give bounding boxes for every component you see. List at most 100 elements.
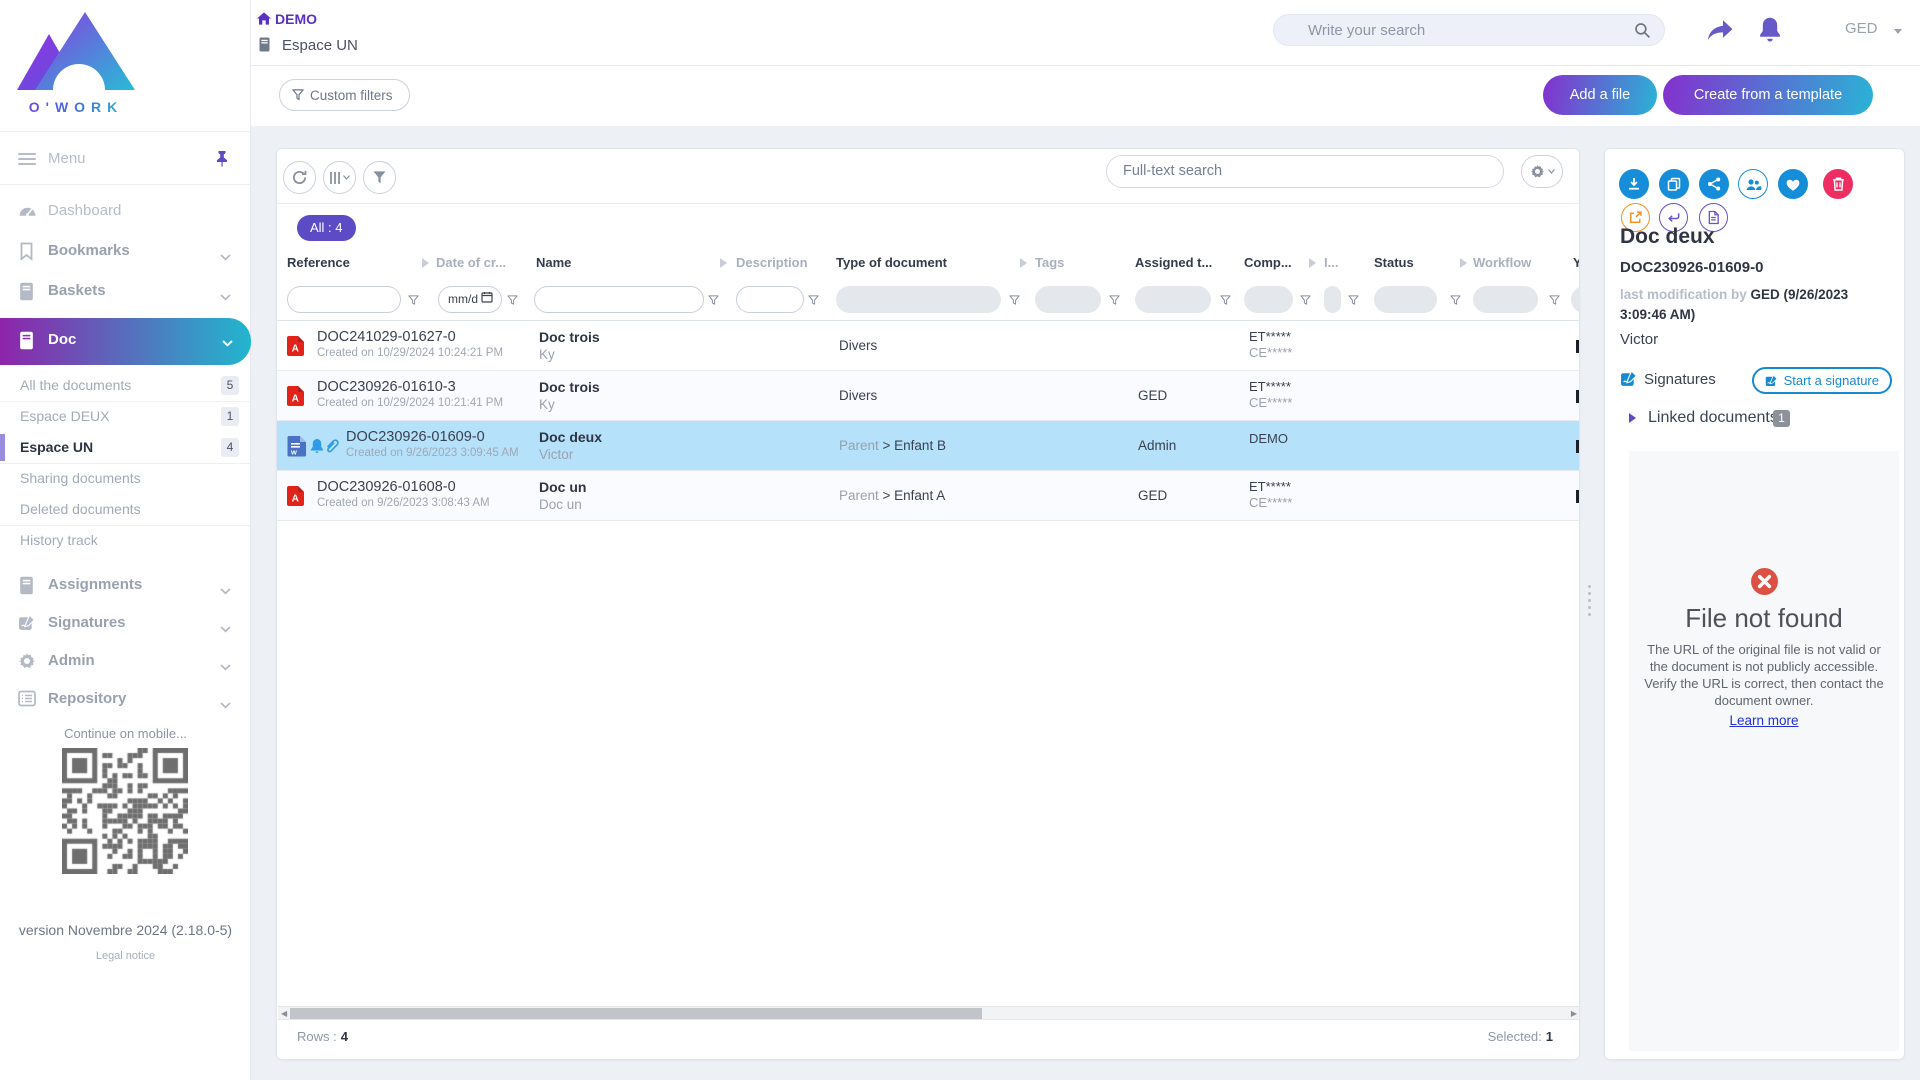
legal-notice-link[interactable]: Legal notice bbox=[0, 950, 251, 962]
sidebar-item-bookmarks[interactable]: Bookmarks bbox=[0, 232, 251, 272]
sidebar-subitem-label: Espace UN bbox=[20, 439, 93, 455]
column-filter-input[interactable]: mm/d bbox=[438, 286, 502, 313]
version-label: version Novembre 2024 (2.18.0-5) bbox=[0, 922, 251, 938]
sidebar-menu-header[interactable]: Menu bbox=[0, 140, 251, 180]
scrollbar-thumb[interactable] bbox=[290, 1008, 982, 1019]
sidebar-subitem[interactable]: Espace UN4 bbox=[0, 432, 251, 463]
funnel-filter-icon[interactable] bbox=[1549, 293, 1560, 311]
error-icon bbox=[1750, 567, 1779, 601]
last-modification: last modification by GED (9/26/2023 3:09… bbox=[1620, 285, 1892, 325]
table-row[interactable]: ADOC241029-01627-0Created on 10/29/2024 … bbox=[277, 321, 1580, 371]
start-signature-button[interactable]: Start a signature bbox=[1752, 367, 1892, 394]
column-header[interactable]: Type of document bbox=[836, 255, 947, 270]
column-header[interactable]: Assigned t... bbox=[1135, 255, 1212, 270]
column-header[interactable]: Date of cr... bbox=[436, 255, 506, 270]
sidebar-item-repository[interactable]: Repository bbox=[0, 680, 251, 720]
funnel-filter-icon[interactable] bbox=[408, 293, 419, 311]
sidebar-item-dashboard[interactable]: Dashboard bbox=[0, 192, 251, 232]
cell-company: ET*****CE***** bbox=[1249, 329, 1292, 360]
copy-button[interactable] bbox=[1659, 169, 1689, 199]
linked-documents-label: Linked documents bbox=[1648, 409, 1778, 427]
home-icon[interactable] bbox=[257, 12, 271, 30]
sidebar-item-baskets[interactable]: Baskets bbox=[0, 272, 251, 312]
sort-caret-icon[interactable] bbox=[1309, 258, 1316, 268]
sort-caret-icon[interactable] bbox=[1460, 258, 1467, 268]
sidebar-subitem[interactable]: Deleted documents bbox=[0, 494, 251, 525]
funnel-filter-icon[interactable] bbox=[1300, 293, 1311, 311]
column-header[interactable]: Workflow bbox=[1473, 255, 1531, 270]
custom-filters-button[interactable]: Custom filters bbox=[279, 79, 410, 111]
sort-caret-icon[interactable] bbox=[720, 258, 727, 268]
attachment-paperclip-icon bbox=[324, 438, 339, 459]
column-header[interactable]: Tags bbox=[1035, 255, 1064, 270]
column-filter-input[interactable] bbox=[287, 286, 401, 313]
date-placeholder: mm/d bbox=[448, 287, 478, 312]
filter-button[interactable] bbox=[363, 161, 396, 194]
scroll-left-arrow[interactable]: ◀ bbox=[281, 1010, 287, 1018]
search-icon[interactable] bbox=[1634, 22, 1651, 44]
add-file-button[interactable]: Add a file bbox=[1543, 75, 1657, 115]
breadcrumb-space[interactable]: Espace UN bbox=[282, 37, 358, 54]
pin-sidebar-icon[interactable] bbox=[215, 150, 229, 172]
sidebar-item-admin[interactable]: Admin bbox=[0, 642, 251, 682]
refresh-button[interactable] bbox=[283, 161, 316, 194]
table-row[interactable]: wDOC230926-01609-0Created on 9/26/2023 3… bbox=[277, 421, 1580, 471]
funnel-filter-icon[interactable] bbox=[1009, 293, 1020, 311]
column-filter-input[interactable] bbox=[736, 286, 804, 313]
sidebar-item-doc-active[interactable]: Doc bbox=[0, 318, 251, 365]
share-forward-icon[interactable] bbox=[1706, 18, 1734, 47]
users-button[interactable] bbox=[1738, 169, 1768, 199]
notifications-bell-icon[interactable] bbox=[1758, 16, 1782, 48]
chevron-down-icon bbox=[222, 334, 233, 352]
column-header[interactable]: I... bbox=[1324, 255, 1338, 270]
sort-caret-icon[interactable] bbox=[1020, 258, 1027, 268]
funnel-filter-icon[interactable] bbox=[808, 293, 819, 311]
funnel-filter-icon[interactable] bbox=[1109, 293, 1120, 311]
global-search-input[interactable]: Write your search bbox=[1273, 14, 1665, 46]
sidebar-subitem[interactable]: Espace DEUX1 bbox=[0, 401, 251, 432]
funnel-filter-icon[interactable] bbox=[1220, 293, 1231, 311]
download-button[interactable] bbox=[1619, 169, 1649, 199]
panel-resize-handle[interactable] bbox=[1586, 585, 1592, 625]
favorite-button[interactable] bbox=[1778, 169, 1808, 199]
fulltext-search-input[interactable]: Full-text search bbox=[1106, 155, 1504, 188]
column-header[interactable]: Y... bbox=[1573, 255, 1580, 270]
breadcrumb-home[interactable]: DEMO bbox=[275, 11, 317, 27]
column-header[interactable]: Comp... bbox=[1244, 255, 1292, 270]
column-header[interactable]: Name bbox=[536, 255, 571, 270]
table-settings-button[interactable] bbox=[1521, 155, 1563, 188]
column-header[interactable]: Status bbox=[1374, 255, 1414, 270]
funnel-filter-icon[interactable] bbox=[708, 293, 719, 311]
chevron-down-icon[interactable] bbox=[1894, 29, 1902, 34]
app-logo[interactable]: O'WORK bbox=[16, 10, 136, 115]
table-row[interactable]: ADOC230926-01610-3Created on 10/29/2024 … bbox=[277, 371, 1580, 421]
horizontal-scrollbar[interactable]: ◀ ▶ bbox=[278, 1006, 1580, 1020]
create-from-template-button[interactable]: Create from a template bbox=[1663, 75, 1873, 115]
funnel-filter-icon[interactable] bbox=[1348, 293, 1359, 311]
delete-button[interactable] bbox=[1823, 169, 1853, 199]
funnel-filter-icon[interactable] bbox=[1450, 293, 1461, 311]
user-menu[interactable]: GED bbox=[1845, 20, 1878, 37]
sidebar-subitem[interactable]: All the documents5 bbox=[0, 370, 251, 401]
scroll-right-arrow[interactable]: ▶ bbox=[1571, 1010, 1577, 1018]
column-filter-input[interactable] bbox=[534, 286, 704, 313]
column-header[interactable]: Reference bbox=[287, 255, 350, 270]
table-row[interactable]: ADOC230926-01608-0Created on 9/26/2023 3… bbox=[277, 471, 1580, 521]
columns-button[interactable] bbox=[323, 161, 356, 194]
chevron-down-icon bbox=[220, 658, 231, 676]
column-header[interactable]: Description bbox=[736, 255, 808, 270]
document-detail-panel: Doc deux DOC230926-01609-0 last modifica… bbox=[1604, 148, 1905, 1060]
share-button[interactable] bbox=[1699, 169, 1729, 199]
signature-doc-icon bbox=[1765, 374, 1779, 388]
sort-caret-icon[interactable] bbox=[422, 258, 429, 268]
hamburger-icon[interactable] bbox=[18, 153, 36, 167]
sidebar-subitem[interactable]: History track bbox=[0, 525, 251, 556]
sidebar-subitem[interactable]: Sharing documents bbox=[0, 463, 251, 494]
sidebar-item-assignments[interactable]: Assignments bbox=[0, 566, 251, 606]
learn-more-link[interactable]: Learn more bbox=[1629, 713, 1899, 728]
tab-all-documents[interactable]: All : 4 bbox=[297, 215, 356, 241]
funnel-filter-icon[interactable] bbox=[507, 293, 518, 311]
calendar-icon[interactable] bbox=[481, 287, 493, 312]
sidebar-item-signatures[interactable]: Signatures bbox=[0, 604, 251, 644]
sidebar-item-label: Baskets bbox=[48, 282, 106, 299]
